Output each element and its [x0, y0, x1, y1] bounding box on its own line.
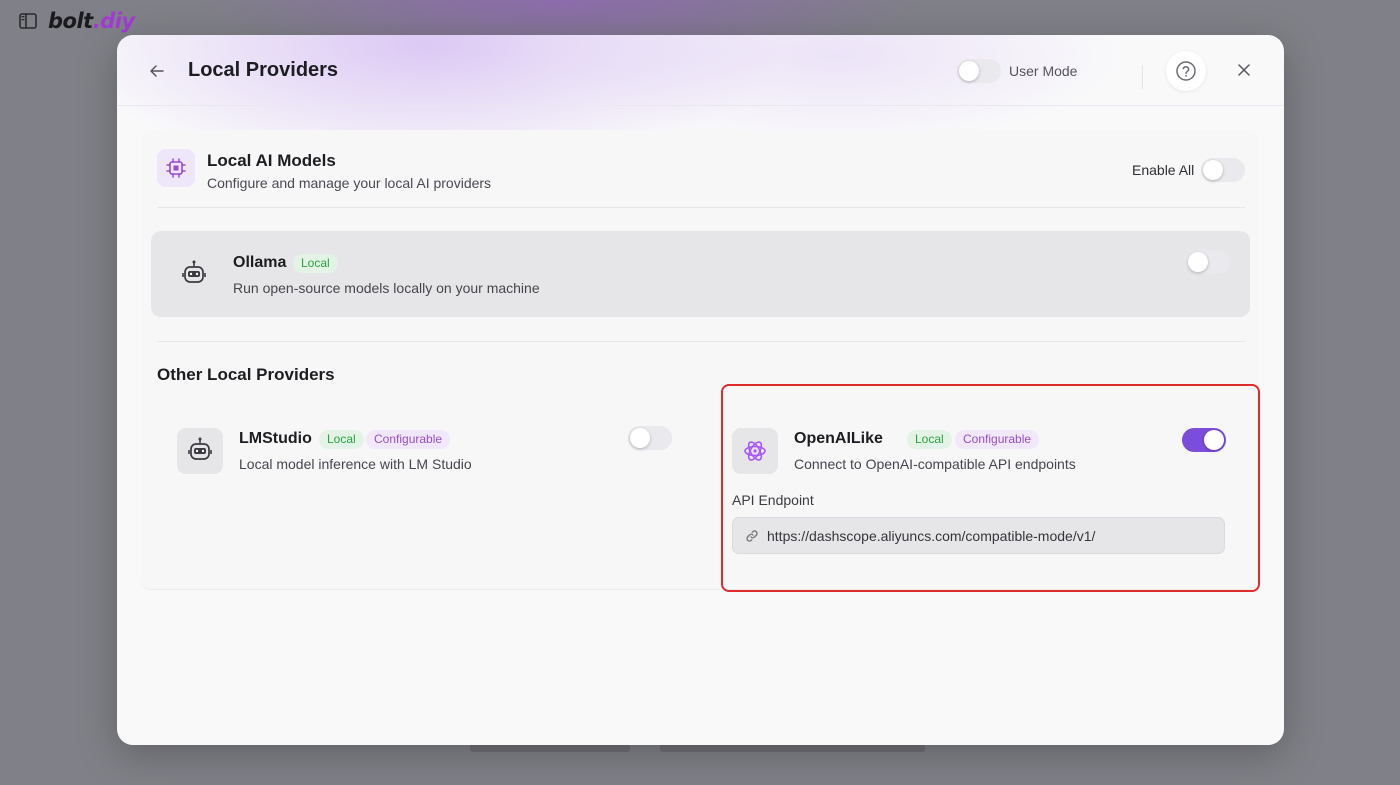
local-badge: Local — [907, 430, 952, 449]
close-icon — [1238, 64, 1250, 76]
provider-description: Connect to OpenAI-compatible API endpoin… — [794, 456, 1076, 472]
help-button[interactable] — [1166, 51, 1206, 91]
local-badge: Local — [293, 254, 338, 273]
toggle-knob — [1203, 160, 1223, 180]
question-circle-icon — [1176, 61, 1196, 81]
openailike-toggle[interactable] — [1182, 428, 1226, 452]
page-title: Local Providers — [188, 59, 339, 81]
toggle-knob — [1188, 252, 1208, 272]
api-endpoint-label: API Endpoint — [732, 492, 814, 508]
link-icon — [745, 529, 759, 543]
arrow-left-icon — [150, 65, 164, 77]
header-divider — [1142, 65, 1143, 89]
section-header: Local AI Models Configure and manage you… — [157, 148, 1245, 208]
section-subtitle: Configure and manage your local AI provi… — [207, 175, 492, 191]
provider-card-lmstudio[interactable]: LMStudio Local Configurable Local model … — [165, 412, 685, 492]
back-button[interactable] — [147, 61, 167, 81]
section-divider — [157, 341, 1245, 342]
provider-description: Local model inference with LM Studio — [239, 456, 472, 472]
robot-icon — [171, 251, 217, 297]
local-providers-panel: Local AI Models Configure and manage you… — [141, 130, 1259, 590]
settings-modal: Local Providers User Mode Local AI Model… — [117, 35, 1284, 745]
app-logo[interactable]: bolt.diy — [48, 9, 135, 33]
provider-name: OpenAILike — [794, 430, 883, 447]
close-button[interactable] — [1234, 60, 1254, 80]
lmstudio-toggle[interactable] — [628, 426, 672, 450]
provider-name: LMStudio — [239, 430, 312, 447]
section-title: Local AI Models — [207, 151, 336, 170]
provider-description: Run open-source models locally on your m… — [233, 280, 540, 296]
user-mode-label: User Mode — [1009, 63, 1078, 79]
enable-all-toggle[interactable] — [1201, 158, 1245, 182]
openai-logo-icon — [732, 428, 778, 474]
other-providers-title: Other Local Providers — [157, 365, 335, 384]
api-endpoint-input[interactable] — [767, 527, 1207, 544]
provider-name: Ollama — [233, 254, 287, 271]
sidebar-toggle-icon[interactable] — [18, 11, 38, 31]
enable-all-label: Enable All — [1132, 162, 1195, 178]
provider-card-ollama[interactable]: Ollama Local Run open-source models loca… — [151, 231, 1250, 317]
toggle-knob — [630, 428, 650, 448]
robot-icon — [177, 428, 223, 474]
api-endpoint-field[interactable] — [732, 517, 1225, 554]
user-mode-toggle[interactable] — [957, 59, 1001, 83]
app-topbar: bolt.diy — [18, 6, 135, 36]
provider-card-openailike[interactable]: OpenAILike Local Configurable Connect to… — [721, 386, 1257, 586]
toggle-knob — [1204, 430, 1224, 450]
toggle-knob — [959, 61, 979, 81]
modal-header: Local Providers User Mode — [117, 35, 1284, 106]
configurable-badge: Configurable — [366, 430, 451, 449]
local-badge: Local — [319, 430, 364, 449]
ollama-toggle[interactable] — [1186, 250, 1230, 274]
configurable-badge: Configurable — [955, 430, 1040, 449]
cpu-chip-icon — [157, 149, 195, 187]
